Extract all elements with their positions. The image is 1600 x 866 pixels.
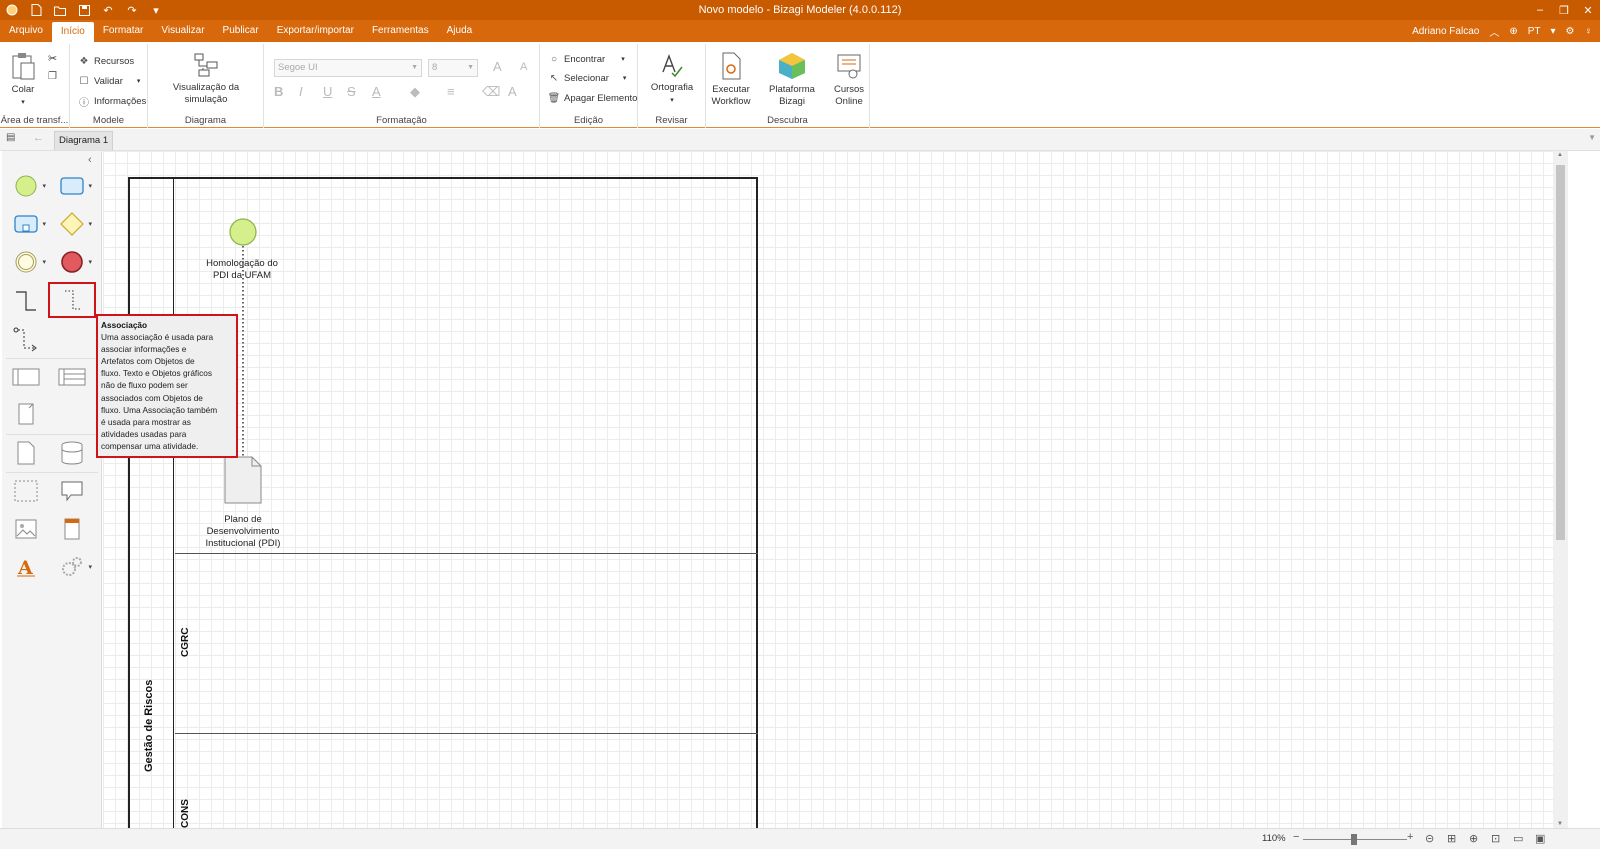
start-event-shape[interactable] [229,218,257,246]
fit-width-icon[interactable]: ⊡ [1491,832,1500,845]
scroll-down-icon[interactable]: ▼ [1557,821,1563,827]
tooltip-line: não de fluxo podem ser [101,380,188,391]
tooltip-line: é usada para mostrar as [101,416,191,427]
zoom-reset-icon[interactable]: ⊝ [1425,832,1434,845]
right-margin [1568,151,1600,828]
fit-page-icon[interactable]: ⊞ [1447,832,1456,845]
start-event-label[interactable]: Homologação do PDI da UFAM [192,258,292,282]
tooltip-line: fluxo. Texto e Objetos gráficos [101,368,212,379]
zoom-search-icon[interactable]: ⊕ [1469,832,1478,845]
tooltip-line: fluxo. Uma Associação também [101,404,218,415]
zoom-level: 110% [1262,833,1286,844]
status-bar: 110% − + ⊝ ⊞ ⊕ ⊡ ▭ ▣ [0,828,1600,849]
tooltip-line: associados com Objetos de [101,392,203,403]
data-object-label[interactable]: Plano de Desenvolvimento Institucional (PD… [190,514,296,550]
scrollbar-thumb[interactable] [1556,165,1565,540]
tooltip-line: Artefatos com Objetos de [101,356,195,367]
vertical-scrollbar[interactable]: ▲ ▼ [1553,151,1568,828]
zoom-slider-knob[interactable] [1351,834,1357,845]
tooltip-line: Uma associação é usada para [101,332,214,343]
zoom-in-icon[interactable]: + [1407,831,1413,843]
presentation-icon[interactable]: ▭ [1513,832,1523,845]
tooltip-title: Associação [101,320,148,330]
zoom-out-icon[interactable]: − [1293,831,1299,843]
scroll-up-icon[interactable]: ▲ [1557,152,1563,158]
bottom-margin [0,849,1600,866]
diagram-overlay [224,218,262,504]
tooltip-line: associar informações e [101,344,187,355]
data-object-shape[interactable] [224,456,262,504]
association-tooltip: Associação Uma associação é usada para a… [96,314,238,458]
tooltip-line: compensar uma atividade. [101,440,199,451]
overview-icon[interactable]: ▣ [1535,832,1545,845]
tooltip-line: atividades usadas para [101,428,187,439]
